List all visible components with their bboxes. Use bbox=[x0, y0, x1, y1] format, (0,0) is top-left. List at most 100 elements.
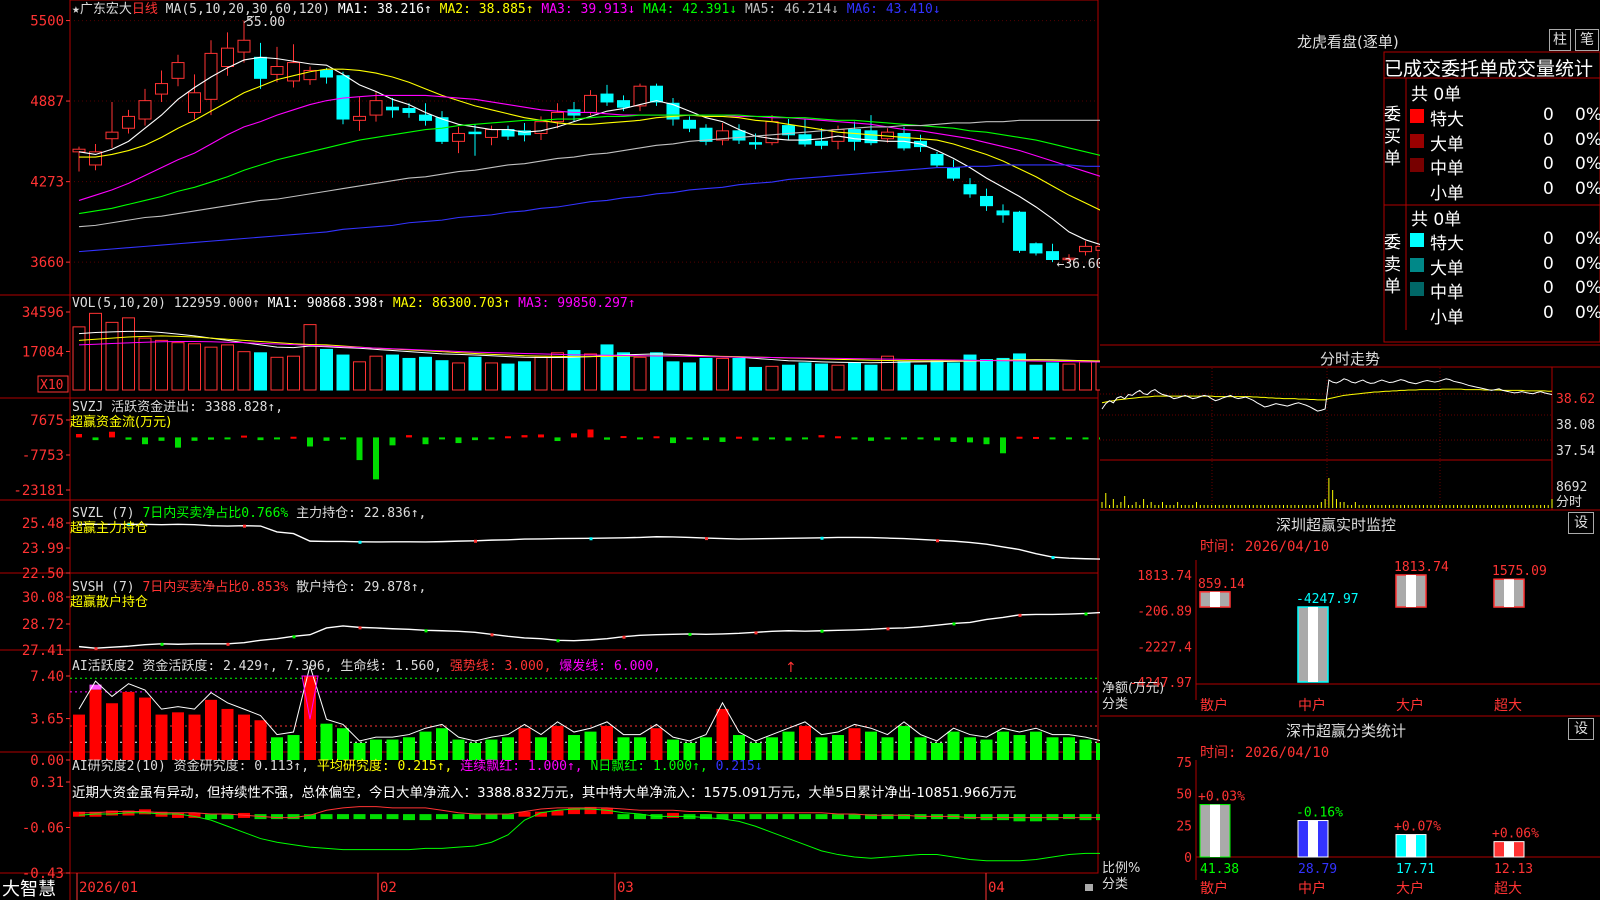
ai-bar bbox=[188, 714, 201, 760]
ai-bar bbox=[898, 725, 910, 760]
ai2-bar bbox=[782, 814, 795, 820]
ai-bar bbox=[436, 728, 448, 760]
svzj-bar bbox=[835, 436, 841, 439]
svzj-line1: 活跃资金进出: 3388.828↑, bbox=[111, 399, 283, 415]
vol-ma-value: 86300.703↑ bbox=[424, 296, 518, 311]
svsh-t1: 7日内买卖净占比0.853% bbox=[142, 579, 296, 595]
ai2-t4: N日飘红: 1.000↑, bbox=[590, 758, 715, 774]
cls-stats-title: 深市超赢分类统计 bbox=[1286, 722, 1407, 740]
tick-mode-button[interactable]: 笔 bbox=[1575, 29, 1599, 51]
order-row-name: 大单 bbox=[1430, 258, 1464, 279]
intraday-tick-label: 8692 bbox=[1556, 480, 1587, 495]
vol-bar bbox=[1079, 361, 1092, 391]
order-color-swatch bbox=[1410, 233, 1424, 247]
candle bbox=[633, 85, 647, 107]
ai2-bar bbox=[749, 814, 762, 820]
buy-side-label: 委买单 bbox=[1384, 105, 1401, 169]
cls-tick-label: 50 bbox=[1176, 788, 1192, 803]
vol-bar bbox=[782, 364, 795, 391]
svsh-marker bbox=[556, 639, 560, 643]
vol-bar bbox=[848, 362, 861, 391]
cls-tick-label: 75 bbox=[1176, 756, 1192, 771]
svzl-header: SVZL (7) 7日内买卖净占比0.766% 主力持仓: 22.836↑, bbox=[72, 505, 426, 521]
svzl-marker bbox=[820, 536, 824, 540]
svzj-bar bbox=[125, 437, 132, 440]
header-item: 38.885↑ bbox=[471, 2, 541, 17]
ai-bar bbox=[634, 737, 646, 760]
right-panel-charts[interactable]: 38.62 38.08 37.54 8692分时 1813.74 -206.89 -2227… bbox=[1100, 0, 1600, 900]
ai2-comment: 近期大资金虽有异动，但持续性不强，总体偏空，今日大单净流入：3388.832万元… bbox=[72, 785, 1016, 801]
vol-bar bbox=[320, 348, 333, 391]
ai2-bar bbox=[980, 814, 993, 821]
candle bbox=[897, 132, 911, 149]
sz-settings-button[interactable]: 设 bbox=[1568, 512, 1594, 534]
svzj-bar bbox=[158, 437, 165, 441]
header-item: 43.410↓ bbox=[878, 2, 941, 17]
ai2-bar bbox=[386, 814, 399, 820]
vol-bar bbox=[353, 361, 366, 391]
ai-bar bbox=[419, 731, 432, 760]
ai2-bar bbox=[815, 814, 828, 820]
candle bbox=[732, 130, 746, 141]
candle bbox=[980, 195, 993, 207]
cls-settings-button[interactable]: 设 bbox=[1568, 718, 1594, 740]
svzj-bar bbox=[472, 437, 478, 441]
vol-bar bbox=[72, 326, 86, 391]
svzl-t2: 主力持仓: 22.836↑, bbox=[296, 506, 426, 521]
svzl-marker bbox=[705, 537, 708, 541]
header-item: 46.214↓ bbox=[776, 2, 846, 17]
ai-bar bbox=[733, 735, 745, 760]
bar-mode-button[interactable]: 柱 bbox=[1549, 29, 1571, 51]
svzj-bar bbox=[901, 437, 907, 440]
intraday-tick-label: 38.62 bbox=[1556, 392, 1595, 407]
sz-bar-highlight bbox=[1308, 607, 1318, 682]
ai-tick-label: 3.65 bbox=[30, 712, 64, 728]
svzj-bar bbox=[1066, 437, 1072, 440]
candle bbox=[930, 153, 944, 166]
svzj-bar bbox=[208, 437, 214, 440]
vol-bar bbox=[1029, 364, 1043, 391]
ai2-title: AI研究度2(10) bbox=[72, 758, 174, 774]
ai-header: AI活跃度2 资金活跃度: 2.429↑, 7.396, 生命线: 1.560,… bbox=[72, 658, 661, 674]
ai-bar bbox=[403, 737, 415, 760]
svzl-title: SVZL (7) bbox=[72, 506, 142, 521]
order-row-pct: 0% bbox=[1575, 129, 1600, 150]
ai-bar bbox=[287, 735, 300, 760]
svzl-marker bbox=[243, 524, 246, 528]
svzj-bar bbox=[290, 436, 297, 439]
svzj-bar bbox=[1016, 436, 1023, 439]
vol-bar bbox=[881, 355, 894, 391]
ai2-bar bbox=[370, 814, 382, 820]
cls-tick-label: 0 bbox=[1184, 851, 1192, 866]
svsh-marker bbox=[292, 635, 296, 639]
svzj-bar bbox=[505, 436, 511, 439]
ai-bar bbox=[865, 731, 877, 760]
low-note: ←36.60 bbox=[1057, 257, 1101, 272]
svzl-t1: 7日内买卖净占比0.766% bbox=[142, 505, 296, 521]
candle bbox=[369, 100, 383, 116]
vol-bar bbox=[600, 344, 614, 391]
vol-bar bbox=[584, 353, 597, 391]
ai2-bar bbox=[436, 814, 448, 820]
candle bbox=[204, 52, 218, 100]
vol-bar bbox=[435, 360, 449, 391]
svzj-subtitle: 超赢资金流(万元) bbox=[70, 414, 171, 430]
svzj-bar bbox=[439, 437, 445, 440]
svsh-marker bbox=[160, 642, 164, 646]
svzj-bar bbox=[620, 436, 627, 439]
vol-tick-label: 34596 bbox=[22, 305, 64, 321]
svzj-bar bbox=[736, 436, 742, 439]
candle bbox=[947, 167, 960, 179]
brand-label: 大智慧 bbox=[2, 879, 56, 900]
ai2-t1: 资金研究度: 0.113↑, bbox=[174, 758, 317, 774]
lhkp-title: 龙虎看盘(逐单) bbox=[1297, 33, 1399, 51]
svzj-bar bbox=[488, 437, 495, 440]
svsh-marker bbox=[1018, 613, 1022, 617]
vol-bar bbox=[617, 352, 630, 391]
svzj-bar bbox=[917, 437, 924, 440]
candle bbox=[996, 210, 1010, 216]
svsh-tick-label: 28.72 bbox=[22, 617, 64, 633]
chart-area[interactable]: 550048874273366055.00←36.60★广东宏大日线 MA(5,… bbox=[0, 0, 1100, 900]
svzj-bar bbox=[1082, 437, 1089, 440]
ai2-bar bbox=[485, 814, 498, 820]
